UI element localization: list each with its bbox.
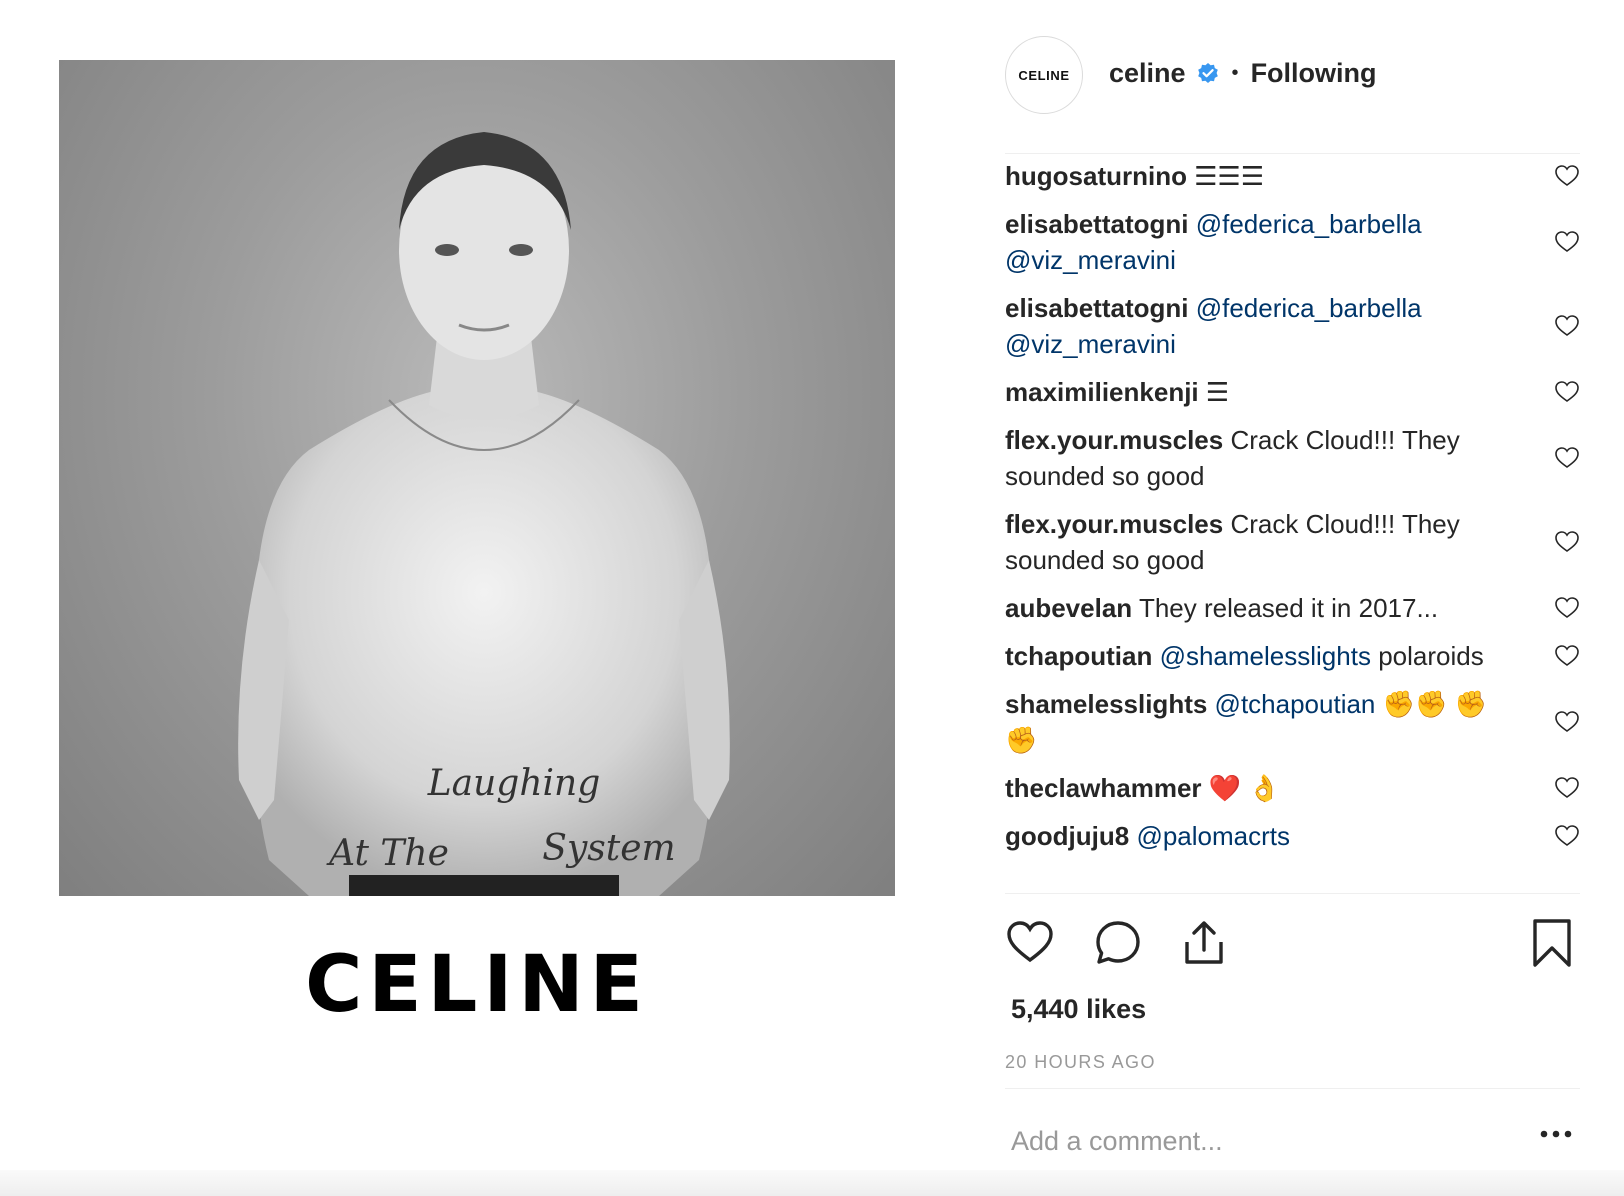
comment-body: They released it in 2017... [1138,593,1439,623]
comment-username[interactable]: shamelesslights [1005,689,1207,719]
comment-username[interactable]: flex.your.muscles [1005,425,1223,455]
comment-username[interactable]: flex.your.muscles [1005,509,1223,539]
separator-dot: • [1231,62,1239,84]
verified-badge-icon [1197,62,1218,83]
like-comment-icon[interactable] [1554,823,1580,849]
like-comment-icon[interactable] [1554,229,1580,255]
mention-link[interactable]: @viz_meravini [1005,245,1176,275]
comment-username[interactable]: elisabettatogni [1005,209,1188,239]
like-comment-icon[interactable] [1554,529,1580,555]
comment-body: ☰ [1205,377,1230,407]
mention-link[interactable]: @palomacrts [1136,821,1290,851]
divider [1005,153,1580,154]
post-photo: Laughing At The System [238,132,730,896]
comment-item: aubevelan They released it in 2017... [1005,590,1580,626]
post-header: CELINE celine • Following [1005,36,1580,116]
heart-icon[interactable] [1005,918,1055,968]
brand-wordmark: CELINE [305,940,649,1030]
mention-link[interactable]: @federica_barbella [1196,209,1422,239]
comment-text: flex.your.muscles Crack Cloud!!! They so… [1005,422,1515,494]
comment-text: elisabettatogni @federica_barbella @viz_… [1005,206,1515,278]
comment-body: ❤️ 👌 [1208,773,1281,803]
share-icon[interactable] [1179,918,1229,968]
comment-item: flex.your.muscles Crack Cloud!!! They so… [1005,506,1580,578]
comment-item: goodjuju8 @palomacrts [1005,818,1580,854]
likes-count[interactable]: 5,440 likes [1011,994,1146,1025]
username-link[interactable]: celine [1109,58,1186,89]
comment-item: tchapoutian @shamelesslights polaroids [1005,638,1580,674]
comment-body: polaroids [1378,641,1484,671]
like-comment-icon[interactable] [1554,775,1580,801]
comment-text: tchapoutian @shamelesslights polaroids [1005,638,1515,674]
action-bar [1005,918,1580,974]
comment-text: theclawhammer ❤️ 👌 [1005,770,1515,806]
more-options-icon[interactable] [1540,1128,1572,1140]
comment-list: hugosaturnino ☰☰☰ elisabettatogni @federi… [1005,158,1580,866]
mention-link[interactable]: @federica_barbella [1196,293,1422,323]
comment-item: elisabettatogni @federica_barbella @viz_… [1005,290,1580,362]
tattoo-text-1: Laughing [427,763,601,804]
like-comment-icon[interactable] [1554,709,1580,735]
like-comment-icon[interactable] [1554,445,1580,471]
comment-item: flex.your.muscles Crack Cloud!!! They so… [1005,422,1580,494]
comment-bubble-icon[interactable] [1093,918,1143,968]
post-timestamp[interactable]: 20 HOURS AGO [1005,1052,1156,1073]
mention-link[interactable]: @viz_meravini [1005,329,1176,359]
comment-text: flex.your.muscles Crack Cloud!!! They so… [1005,506,1515,578]
following-button[interactable]: Following [1251,58,1377,89]
divider [1005,893,1580,894]
comment-item: theclawhammer ❤️ 👌 [1005,770,1580,806]
comment-username[interactable]: theclawhammer [1005,773,1202,803]
comment-text: goodjuju8 @palomacrts [1005,818,1515,854]
comment-username[interactable]: maximilienkenji [1005,377,1199,407]
comment-username[interactable]: hugosaturnino [1005,161,1187,191]
comment-body: ☰☰☰ [1194,161,1265,191]
like-comment-icon[interactable] [1554,643,1580,669]
tattoo-text-2: At The [326,833,449,874]
comment-item: shamelesslights @tchapoutian ✊✊ ✊✊ [1005,686,1580,758]
comment-text: maximilienkenji ☰ [1005,374,1515,410]
comment-item: maximilienkenji ☰ [1005,374,1580,410]
mention-link[interactable]: @tchapoutian [1215,689,1376,719]
post-image[interactable]: Laughing At The System [59,60,895,896]
comment-text: elisabettatogni @federica_barbella @viz_… [1005,290,1515,362]
page-bottom-shade [0,1170,1624,1196]
comment-username[interactable]: goodjuju8 [1005,821,1129,851]
comment-text: hugosaturnino ☰☰☰ [1005,158,1515,194]
avatar-text: CELINE [1018,67,1070,83]
like-comment-icon[interactable] [1554,163,1580,189]
comment-username[interactable]: tchapoutian [1005,641,1152,671]
comment-item: hugosaturnino ☰☰☰ [1005,158,1580,194]
comment-input[interactable]: Add a comment... [1011,1126,1223,1157]
like-comment-icon[interactable] [1554,313,1580,339]
tattoo-text-3: System [542,828,675,869]
bookmark-icon[interactable] [1527,918,1577,968]
divider [1005,1088,1580,1089]
like-comment-icon[interactable] [1554,379,1580,405]
avatar[interactable]: CELINE [1005,36,1083,114]
comment-username[interactable]: aubevelan [1005,593,1132,623]
post-sidebar: CELINE celine • Following hugosaturnino … [1005,0,1580,1196]
comment-text: aubevelan They released it in 2017... [1005,590,1515,626]
comment-text: shamelesslights @tchapoutian ✊✊ ✊✊ [1005,686,1515,758]
comment-username[interactable]: elisabettatogni [1005,293,1188,323]
mention-link[interactable]: @shamelesslights [1160,641,1371,671]
like-comment-icon[interactable] [1554,595,1580,621]
comment-item: elisabettatogni @federica_barbella @viz_… [1005,206,1580,278]
